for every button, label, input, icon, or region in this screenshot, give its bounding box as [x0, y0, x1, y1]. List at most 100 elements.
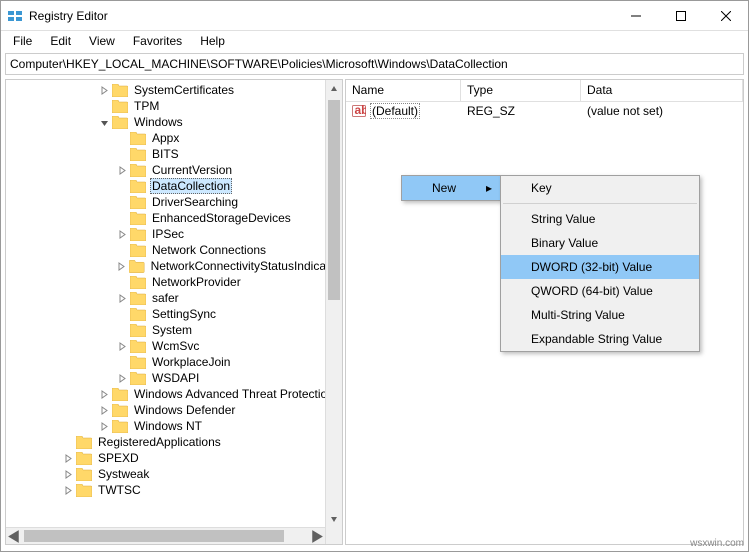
tree-node-label: Appx — [150, 131, 181, 145]
context-new[interactable]: New ▸ — [402, 176, 500, 200]
tree-node[interactable]: RegisteredApplications — [6, 434, 342, 450]
window-title: Registry Editor — [29, 9, 613, 23]
tree-node[interactable]: EnhancedStorageDevices — [6, 210, 342, 226]
tree-node-label: Systweak — [96, 467, 151, 481]
scroll-right-arrow[interactable] — [308, 528, 325, 544]
tree-node-label: WorkplaceJoin — [150, 355, 232, 369]
expand-icon[interactable] — [98, 404, 110, 416]
tree-node[interactable]: TWTSC — [6, 482, 342, 498]
tree-node[interactable]: DriverSearching — [6, 194, 342, 210]
close-button[interactable] — [703, 1, 748, 30]
context-new-key[interactable]: Key — [501, 176, 699, 200]
value-row[interactable]: ab (Default) REG_SZ (value not set) — [346, 102, 743, 120]
menu-favorites[interactable]: Favorites — [125, 32, 190, 50]
tree-vertical-scrollbar[interactable] — [325, 80, 342, 544]
value-type: REG_SZ — [461, 104, 581, 118]
expander-placeholder — [62, 436, 74, 448]
expand-icon[interactable] — [116, 164, 128, 176]
expand-icon[interactable] — [116, 292, 128, 304]
tree-node-label: EnhancedStorageDevices — [150, 211, 293, 225]
tree-node[interactable]: IPSec — [6, 226, 342, 242]
tree-node[interactable]: SettingSync — [6, 306, 342, 322]
title-bar: Registry Editor — [1, 1, 748, 31]
menu-edit[interactable]: Edit — [42, 32, 79, 50]
menu-view[interactable]: View — [81, 32, 123, 50]
submenu-arrow-icon: ▸ — [486, 181, 492, 195]
expander-placeholder — [98, 100, 110, 112]
string-value-icon: ab — [352, 104, 366, 118]
expand-icon[interactable] — [62, 452, 74, 464]
context-new-dword[interactable]: DWORD (32-bit) Value — [501, 255, 699, 279]
context-new-qword[interactable]: QWORD (64-bit) Value — [501, 279, 699, 303]
scroll-left-arrow[interactable] — [6, 528, 23, 544]
tree-node-label: Windows Advanced Threat Protection — [132, 387, 336, 401]
tree-node[interactable]: Windows — [6, 114, 342, 130]
scroll-thumb[interactable] — [328, 100, 340, 300]
tree-node[interactable]: System — [6, 322, 342, 338]
tree-node[interactable]: Appx — [6, 130, 342, 146]
tree-node[interactable]: WcmSvc — [6, 338, 342, 354]
address-bar[interactable]: Computer\HKEY_LOCAL_MACHINE\SOFTWARE\Pol… — [5, 53, 744, 75]
registry-tree[interactable]: SystemCertificatesTPMWindows Appx BITSCurr… — [6, 80, 342, 500]
tree-node[interactable]: CurrentVersion — [6, 162, 342, 178]
menu-help[interactable]: Help — [192, 32, 233, 50]
tree-node[interactable]: TPM — [6, 98, 342, 114]
tree-node-label: Windows Defender — [132, 403, 237, 417]
minimize-button[interactable] — [613, 1, 658, 30]
context-new-binary[interactable]: Binary Value — [501, 231, 699, 255]
expander-placeholder — [116, 356, 128, 368]
tree-node-label: BITS — [150, 147, 181, 161]
expander-placeholder — [116, 148, 128, 160]
tree-node[interactable]: NetworkConnectivityStatusIndicator — [6, 258, 342, 274]
context-new-multistring[interactable]: Multi-String Value — [501, 303, 699, 327]
tree-node[interactable]: SystemCertificates — [6, 82, 342, 98]
tree-node[interactable]: NetworkProvider — [6, 274, 342, 290]
expand-icon[interactable] — [116, 340, 128, 352]
tree-node-label: NetworkProvider — [150, 275, 243, 289]
menu-bar: File Edit View Favorites Help — [1, 31, 748, 51]
tree-node[interactable]: BITS — [6, 146, 342, 162]
tree-node[interactable]: DataCollection — [6, 178, 342, 194]
expander-placeholder — [116, 212, 128, 224]
expand-icon[interactable] — [98, 84, 110, 96]
context-new-expandstring[interactable]: Expandable String Value — [501, 327, 699, 351]
expand-icon[interactable] — [116, 372, 128, 384]
tree-node-label: WSDAPI — [150, 371, 201, 385]
column-data[interactable]: Data — [581, 80, 743, 101]
tree-node[interactable]: Systweak — [6, 466, 342, 482]
expand-icon[interactable] — [98, 388, 110, 400]
tree-node[interactable]: Windows NT — [6, 418, 342, 434]
context-new-string[interactable]: String Value — [501, 207, 699, 231]
column-name[interactable]: Name — [346, 80, 461, 101]
maximize-button[interactable] — [658, 1, 703, 30]
scroll-down-arrow[interactable] — [326, 510, 342, 527]
expand-icon[interactable] — [98, 420, 110, 432]
scroll-up-arrow[interactable] — [326, 80, 342, 97]
tree-node[interactable]: safer — [6, 290, 342, 306]
expand-icon[interactable] — [116, 260, 127, 272]
expander-placeholder — [116, 276, 128, 288]
menu-file[interactable]: File — [5, 32, 40, 50]
expand-icon[interactable] — [62, 468, 74, 480]
tree-node[interactable]: WSDAPI — [6, 370, 342, 386]
expand-icon[interactable] — [116, 228, 128, 240]
scroll-thumb[interactable] — [24, 530, 284, 542]
column-headers: Name Type Data — [346, 80, 743, 102]
tree-node[interactable]: Windows Defender — [6, 402, 342, 418]
tree-node-label: TWTSC — [96, 483, 143, 497]
watermark: wsxwin.com — [690, 538, 744, 549]
collapse-icon[interactable] — [98, 116, 110, 128]
tree-node-label: Network Connections — [150, 243, 268, 257]
column-type[interactable]: Type — [461, 80, 581, 101]
tree-node-label: Windows — [132, 115, 185, 129]
expander-placeholder — [116, 308, 128, 320]
menu-separator — [503, 203, 697, 204]
tree-node[interactable]: SPEXD — [6, 450, 342, 466]
tree-horizontal-scrollbar[interactable] — [6, 527, 325, 544]
tree-node[interactable]: Network Connections — [6, 242, 342, 258]
expand-icon[interactable] — [62, 484, 74, 496]
svg-text:ab: ab — [355, 104, 367, 117]
tree-node[interactable]: Windows Advanced Threat Protection — [6, 386, 342, 402]
tree-node[interactable]: WorkplaceJoin — [6, 354, 342, 370]
expander-placeholder — [116, 244, 128, 256]
